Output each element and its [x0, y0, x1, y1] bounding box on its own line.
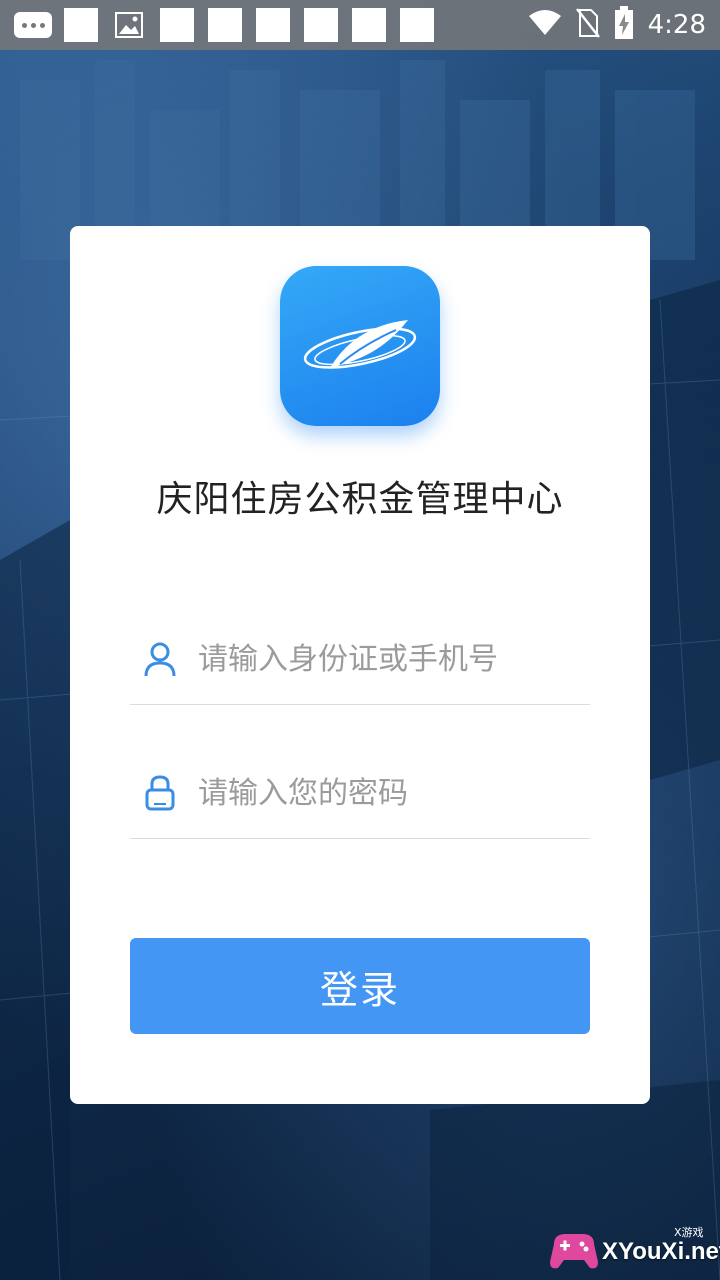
- wifi-icon: [528, 10, 562, 40]
- user-icon: [142, 639, 178, 679]
- gamepad-logo-icon: [550, 1234, 598, 1269]
- password-input[interactable]: [198, 775, 578, 811]
- square-icon: [64, 8, 98, 42]
- login-card: 庆阳住房公积金管理中心 登录: [70, 226, 650, 1104]
- username-input[interactable]: [198, 641, 578, 677]
- square-icon: [160, 8, 194, 42]
- square-icon: [352, 8, 386, 42]
- watermark-text: XYouXi.net: [602, 1238, 720, 1265]
- square-icon: [208, 8, 242, 42]
- watermark: X游戏 XYouXi.net: [546, 1222, 720, 1278]
- battery-charging-icon: [614, 6, 634, 44]
- lock-icon: [142, 773, 178, 813]
- no-sim-icon: [575, 8, 600, 42]
- square-icon: [304, 8, 338, 42]
- app-title: 庆阳住房公积金管理中心: [156, 479, 564, 520]
- image-icon: [112, 10, 146, 40]
- password-field[interactable]: [130, 748, 590, 839]
- username-field[interactable]: [130, 614, 590, 705]
- square-icon: [256, 8, 290, 42]
- clock: 4:28: [647, 10, 706, 40]
- square-icon: [400, 8, 434, 42]
- more-icon: [14, 12, 52, 38]
- login-button[interactable]: 登录: [130, 938, 590, 1034]
- status-bar: 4:28: [0, 0, 720, 50]
- feather-logo-icon: [280, 266, 440, 426]
